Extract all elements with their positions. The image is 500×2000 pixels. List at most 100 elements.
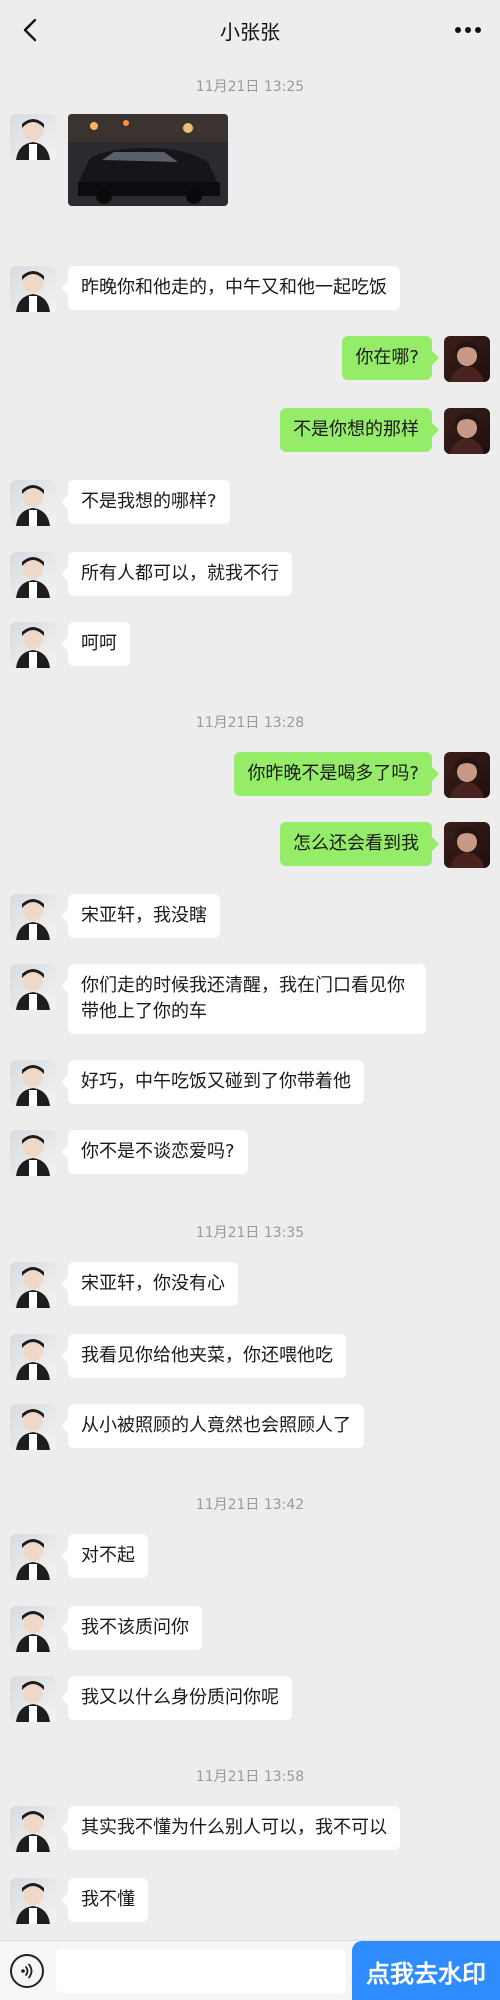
message-row: 好巧，中午吃饭又碰到了你带着他 (0, 1060, 500, 1106)
timestamp: 11月21日 13:35 (195, 1225, 305, 1241)
received-message[interactable]: 从小被照顾的人竟然也会照顾人了 (61, 1404, 364, 1448)
self-avatar[interactable] (444, 408, 490, 454)
message-row: 你们走的时候我还清醒，我在门口看见你带他上了你的车 (0, 964, 500, 1036)
timestamp: 11月21日 13:28 (195, 715, 305, 731)
peer-avatar[interactable] (10, 1676, 56, 1722)
peer-avatar[interactable] (10, 894, 56, 940)
received-message[interactable]: 好巧，中午吃饭又碰到了你带着他 (61, 1060, 364, 1104)
sent-message[interactable]: 不是你想的那样 (280, 408, 439, 452)
message-row: 宋亚轩，我没瞎 (0, 894, 500, 940)
message-row: 所有人都可以，就我不行 (0, 552, 500, 598)
message-row: 你在哪? (0, 336, 500, 382)
avatar-image (10, 1676, 56, 1722)
received-message[interactable]: 宋亚轩，我没瞎 (61, 894, 220, 938)
title-bar: 小张张 (0, 0, 500, 60)
avatar-image (444, 408, 490, 454)
received-message[interactable]: 你们走的时候我还清醒，我在门口看见你带他上了你的车 (61, 964, 426, 1034)
received-message[interactable]: 昨晚你和他走的，中午又和他一起吃饭 (61, 266, 400, 310)
message-row: 对不起 (0, 1534, 500, 1580)
received-message[interactable]: 宋亚轩，你没有心 (61, 1262, 238, 1306)
self-avatar[interactable] (444, 336, 490, 382)
message-row: 呵呵 (0, 622, 500, 668)
peer-avatar[interactable] (10, 1878, 56, 1924)
timestamp: 11月21日 13:25 (195, 79, 305, 95)
more-dots-icon (455, 27, 481, 33)
chevron-left-icon (23, 18, 37, 42)
message-row: 宋亚轩，你没有心 (0, 1262, 500, 1308)
avatar-image (10, 1806, 56, 1852)
peer-avatar[interactable] (10, 1806, 56, 1852)
avatar-image (10, 1878, 56, 1924)
sent-message[interactable]: 你昨晚不是喝多了吗? (234, 752, 439, 796)
avatar-image (444, 822, 490, 868)
self-avatar[interactable] (444, 752, 490, 798)
more-button[interactable] (448, 14, 488, 46)
sent-message[interactable]: 你在哪? (342, 336, 439, 380)
message-row: 我不该质问你 (0, 1606, 500, 1652)
avatar-image (444, 336, 490, 382)
voice-button[interactable] (10, 1954, 44, 1988)
peer-avatar[interactable] (10, 1262, 56, 1308)
timestamp: 11月21日 13:58 (195, 1769, 305, 1785)
message-row: 我又以什么身份质问你呢 (0, 1676, 500, 1722)
sent-message[interactable]: 怎么还会看到我 (280, 822, 439, 866)
peer-avatar[interactable] (10, 552, 56, 598)
message-row (0, 114, 500, 214)
message-row: 我不懂 (0, 1878, 500, 1924)
avatar-image (10, 894, 56, 940)
input-bar: 点我去水印 (0, 1940, 500, 2000)
received-message[interactable]: 不是我想的哪样? (61, 480, 230, 524)
avatar-image (10, 1262, 56, 1308)
avatar-image (10, 114, 56, 160)
message-row: 怎么还会看到我 (0, 822, 500, 868)
back-button[interactable] (14, 14, 46, 46)
avatar-image (10, 1130, 56, 1176)
self-avatar[interactable] (444, 822, 490, 868)
received-message[interactable]: 呵呵 (61, 622, 130, 666)
avatar-image (10, 266, 56, 312)
received-message[interactable]: 其实我不懂为什么别人可以，我不可以 (61, 1806, 400, 1850)
avatar-image (10, 1060, 56, 1106)
remove-watermark-button[interactable]: 点我去水印 (352, 1941, 500, 2000)
message-input[interactable] (56, 1949, 346, 1993)
avatar-image (10, 1334, 56, 1380)
received-message[interactable]: 所有人都可以，就我不行 (61, 552, 292, 596)
received-message[interactable]: 我不该质问你 (61, 1606, 202, 1650)
received-message[interactable]: 我不懂 (61, 1878, 148, 1922)
avatar-image (10, 552, 56, 598)
received-message[interactable]: 你不是不谈恋爱吗? (61, 1130, 248, 1174)
peer-avatar[interactable] (10, 1060, 56, 1106)
message-row: 不是我想的哪样? (0, 480, 500, 526)
peer-avatar[interactable] (10, 1130, 56, 1176)
peer-avatar[interactable] (10, 1334, 56, 1380)
peer-avatar[interactable] (10, 1606, 56, 1652)
received-message[interactable]: 对不起 (61, 1534, 148, 1578)
peer-avatar[interactable] (10, 480, 56, 526)
avatar-image (10, 480, 56, 526)
peer-avatar[interactable] (10, 1404, 56, 1450)
avatar-image (10, 1404, 56, 1450)
message-row: 不是你想的那样 (0, 408, 500, 454)
received-message[interactable]: 我看见你给他夹菜，你还喂他吃 (61, 1334, 346, 1378)
received-message[interactable]: 我又以什么身份质问你呢 (61, 1676, 292, 1720)
avatar-image (10, 1534, 56, 1580)
message-row: 你不是不谈恋爱吗? (0, 1130, 500, 1176)
peer-avatar[interactable] (10, 964, 56, 1010)
avatar-image (10, 964, 56, 1010)
message-row: 昨晚你和他走的，中午又和他一起吃饭 (0, 266, 500, 312)
photo-message[interactable] (68, 114, 228, 206)
peer-avatar[interactable] (10, 114, 56, 160)
message-row: 其实我不懂为什么别人可以，我不可以 (0, 1806, 500, 1852)
message-row: 你昨晚不是喝多了吗? (0, 752, 500, 798)
peer-avatar[interactable] (10, 622, 56, 668)
peer-avatar[interactable] (10, 266, 56, 312)
avatar-image (10, 1606, 56, 1652)
peer-avatar[interactable] (10, 1534, 56, 1580)
message-row: 从小被照顾的人竟然也会照顾人了 (0, 1404, 500, 1450)
chat-title: 小张张 (220, 19, 280, 44)
message-row: 我看见你给他夹菜，你还喂他吃 (0, 1334, 500, 1380)
timestamp: 11月21日 13:42 (195, 1497, 305, 1513)
avatar-image (444, 752, 490, 798)
voice-icon (21, 1963, 33, 1979)
car-photo-image (68, 114, 228, 206)
